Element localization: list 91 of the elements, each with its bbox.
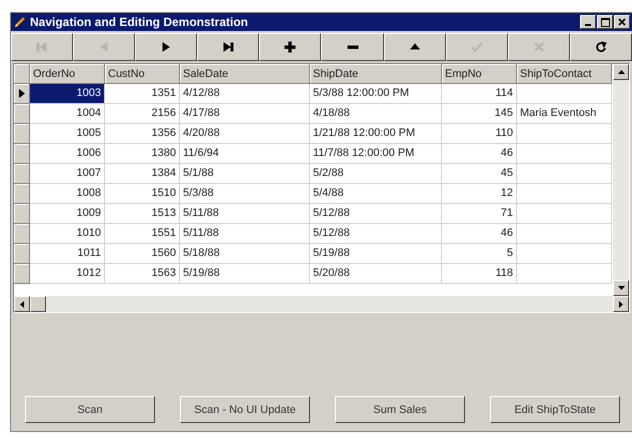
table-cell: 45 <box>442 164 517 184</box>
table-cell: 1010 <box>30 224 105 244</box>
column-header[interactable]: ShipToContact <box>517 64 612 84</box>
table-cell: 4/12/88 <box>180 84 310 104</box>
maximize-button[interactable] <box>597 15 613 29</box>
table-cell: 2156 <box>105 104 180 124</box>
table-cell: 46 <box>442 144 517 164</box>
navigator-button[interactable] <box>570 33 632 61</box>
down-arrow-icon <box>618 286 624 290</box>
table-cell: 12 <box>442 184 517 204</box>
table-cell: 1009 <box>30 204 105 224</box>
table-cell: 1351 <box>105 84 180 104</box>
column-header[interactable]: SaleDate <box>180 64 310 84</box>
table-cell: Maria Eventosh <box>517 104 612 124</box>
column-header[interactable]: CustNo <box>105 64 180 84</box>
current-row-arrow-icon <box>18 89 24 98</box>
table-cell: 145 <box>442 104 517 124</box>
table-cell: 118 <box>442 264 517 284</box>
prior-record-icon <box>98 41 110 53</box>
table-cell: 71 <box>442 204 517 224</box>
table-cell: 1003 <box>30 84 105 104</box>
table-cell: 5/12/88 <box>310 204 442 224</box>
table-cell: 1513 <box>105 204 180 224</box>
action-button[interactable]: Scan - No UI Update <box>180 396 310 423</box>
table-cell: 5 <box>442 244 517 264</box>
table-cell: 4/18/88 <box>310 104 442 124</box>
table-cell: 1007 <box>30 164 105 184</box>
table-cell: 1356 <box>105 124 180 144</box>
table-cell: 5/4/88 <box>310 184 442 204</box>
table-cell: 5/11/88 <box>180 204 310 224</box>
navigator-button[interactable] <box>197 33 260 61</box>
close-button[interactable] <box>614 15 630 29</box>
table-cell: 5/11/88 <box>180 224 310 244</box>
table-cell: 5/2/88 <box>310 164 442 184</box>
maximize-icon <box>600 18 610 26</box>
table-cell: 1008 <box>30 184 105 204</box>
plus-icon <box>284 41 296 53</box>
action-button[interactable]: Scan <box>25 396 155 423</box>
table-cell: 1380 <box>105 144 180 164</box>
table-cell: 1004 <box>30 104 105 124</box>
table-cell: 1560 <box>105 244 180 264</box>
table-cell: 1384 <box>105 164 180 184</box>
table-cell: 1563 <box>105 264 180 284</box>
last-record-icon <box>222 41 234 53</box>
column-header[interactable]: OrderNo <box>30 64 105 84</box>
minimize-button[interactable] <box>580 15 596 29</box>
action-button[interactable]: Sum Sales <box>335 396 465 423</box>
column-header[interactable]: ShipDate <box>310 64 442 84</box>
pencil-icon <box>13 15 27 29</box>
table-cell: 4/20/88 <box>180 124 310 144</box>
navigator-button[interactable] <box>259 33 322 61</box>
table-cell: 5/19/88 <box>180 264 310 284</box>
refresh-icon <box>594 41 607 53</box>
table-cell: 110 <box>442 124 517 144</box>
checkmark-icon <box>470 41 483 53</box>
table-cell: 114 <box>442 84 517 104</box>
up-arrow-icon <box>618 70 624 74</box>
table-cell: 4/17/88 <box>180 104 310 124</box>
table-cell: 1551 <box>105 224 180 244</box>
navigator-button[interactable] <box>135 33 198 61</box>
horizontal-scrollbar[interactable] <box>14 296 629 312</box>
table-cell: 5/3/88 <box>180 184 310 204</box>
table-cell: 11/7/88 12:00:00 PM <box>310 144 442 164</box>
table-cell: 5/12/88 <box>310 224 442 244</box>
first-record-icon <box>36 41 48 53</box>
column-header[interactable]: EmpNo <box>442 64 517 84</box>
table-cell: 1510 <box>105 184 180 204</box>
table-cell: 5/18/88 <box>180 244 310 264</box>
table-cell: 5/3/88 12:00:00 PM <box>310 84 442 104</box>
table-cell: 11/6/94 <box>180 144 310 164</box>
next-record-icon <box>160 41 172 53</box>
table-cell: 5/20/88 <box>310 264 442 284</box>
left-arrow-icon <box>20 300 24 308</box>
navigator-button[interactable] <box>321 33 384 61</box>
table-cell: 1006 <box>30 144 105 164</box>
action-button[interactable]: Edit ShipToState <box>490 396 620 423</box>
window-title: Navigation and Editing Demonstration <box>30 15 250 29</box>
table-cell: 1011 <box>30 244 105 264</box>
x-mark-icon <box>532 41 545 53</box>
right-arrow-icon <box>619 300 623 308</box>
row-indicator[interactable] <box>14 84 30 104</box>
scroll-thumb[interactable] <box>30 296 46 312</box>
table-cell: 5/19/88 <box>310 244 442 264</box>
table-cell: 46 <box>442 224 517 244</box>
close-icon <box>618 18 626 26</box>
table-cell: 1012 <box>30 264 105 284</box>
navigator-button[interactable] <box>384 33 446 61</box>
table-cell: 1005 <box>30 124 105 144</box>
table-cell: 1/21/88 12:00:00 PM <box>310 124 442 144</box>
table-cell: 5/1/88 <box>180 164 310 184</box>
vertical-scrollbar[interactable] <box>613 64 629 296</box>
